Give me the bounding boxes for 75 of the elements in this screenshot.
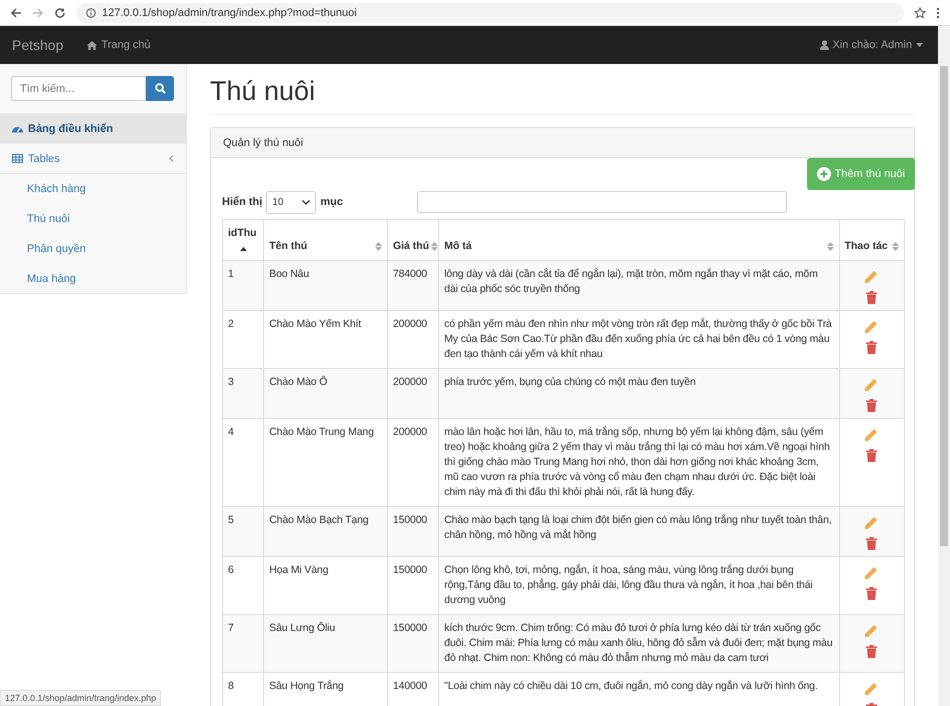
column-header[interactable]: Thao tác (839, 220, 904, 260)
delete-icon[interactable] (866, 645, 878, 658)
table-icon (12, 154, 23, 163)
brand-link[interactable]: Petshop (12, 37, 64, 53)
edit-icon[interactable] (865, 682, 878, 695)
back-icon[interactable] (10, 6, 22, 18)
sidebar-item[interactable]: Tables (0, 144, 186, 174)
sidebar-subitem[interactable]: Thú nuôi (0, 204, 186, 234)
address-bar[interactable]: 127.0.0.1/shop/admin/trang/index.php?mod=thunuoi (76, 2, 904, 22)
table-cell: Sâu Lưng Ôliu (264, 614, 388, 672)
chevron-down-icon (302, 200, 310, 204)
table-cell: Boo Nâu (264, 260, 388, 310)
search-button[interactable] (146, 76, 174, 101)
plus-circle-icon (816, 167, 831, 181)
sort-asc-icon (240, 247, 247, 251)
page-size-select[interactable]: 10 (266, 190, 316, 214)
table-cell: Chào Mào Bạch Tạng (264, 506, 388, 556)
status-url: 127.0.0.1/shop/admin/trang/index.php (0, 690, 162, 706)
table-cell: 150000 (387, 614, 439, 672)
delete-icon[interactable] (866, 399, 878, 412)
home-icon (87, 40, 98, 50)
edit-icon[interactable] (865, 428, 878, 441)
sort-icon (374, 242, 382, 251)
column-header[interactable]: Giá thú (387, 220, 439, 260)
delete-icon[interactable] (866, 449, 878, 462)
sidebar-subitem[interactable]: Mua hàng (0, 264, 186, 294)
chevron-icon (169, 155, 174, 162)
caret-icon (916, 43, 923, 47)
table-cell: 4 (222, 418, 264, 506)
table-cell: kích thước 9cm. Chim trống: Có màu đỏ tươi ở phía lưng kéo dài từ trán xuống gốc đuôi. Chim mái: Phía lưng có màu xanh ôliu, hông đỏ sẫm và đuôi đen; mặt bụng màu đỏ nhạt. Chim non: Không có màu đỏ thẫm nhưng mỏ màu da cam tươi (438, 614, 840, 672)
table-cell: lông dày và dài (cần cắt tỉa để ngắn lại), mặt tròn, mõm ngắn thay vì mặt cáo, mõm dài của phốc sóc truyền thống (438, 260, 840, 310)
dashboard-icon (12, 124, 23, 133)
reload-icon[interactable] (54, 6, 66, 18)
edit-icon[interactable] (865, 320, 878, 333)
table-cell: Chào mào bạch tạng là loại chim đột biến gien có màu lông trắng như tuyết toàn thân, chân hồng, mỏ hồng và mắt hồng (438, 506, 840, 556)
home-link[interactable]: Trang chủ (87, 39, 150, 51)
table-cell: 5 (222, 506, 264, 556)
column-header[interactable]: Mô tả (438, 220, 840, 260)
delete-icon[interactable] (866, 291, 878, 304)
page-title: Thú nuôi (210, 76, 915, 115)
sidebar-item[interactable]: Bảng điều khiển (0, 114, 186, 144)
column-header[interactable]: idThu (222, 220, 264, 260)
table-cell: 1 (222, 260, 264, 310)
url-text: 127.0.0.1/shop/admin/trang/index.php?mod=thunuoi (102, 6, 357, 18)
edit-icon[interactable] (865, 566, 878, 579)
forward-icon[interactable] (32, 6, 44, 18)
star-icon[interactable] (914, 6, 926, 18)
search-icon (154, 83, 166, 94)
table-cell: 784000 (387, 260, 439, 310)
filter-field[interactable] (416, 191, 787, 213)
table-cell: 8 (222, 672, 264, 706)
sort-icon (431, 242, 438, 251)
delete-icon[interactable] (866, 341, 878, 354)
menu-icon[interactable] (936, 6, 940, 18)
sidebar-subitem[interactable]: Phân quyền (0, 234, 186, 264)
panel-title: Quản lý thú nuôi (223, 136, 304, 148)
table-cell: Chào Mào Ô (264, 368, 388, 418)
table-cell: 200000 (387, 368, 439, 418)
table-cell: 150000 (387, 506, 439, 556)
table-cell: phía trước yếm, bụng của chúng có một màu đen tuyền (438, 368, 840, 418)
search-field[interactable]: Tìm kiếm... (11, 76, 146, 101)
table-cell: 3 (222, 368, 264, 418)
delete-icon[interactable] (866, 587, 878, 600)
column-header[interactable]: Tên thú (264, 220, 388, 260)
user-icon (820, 40, 828, 50)
user-menu[interactable]: Xin chào: Admin (820, 39, 923, 51)
sort-icon (892, 242, 899, 251)
sort-icon (826, 242, 834, 251)
show-label: Hiển thị (222, 196, 262, 208)
info-icon (86, 8, 96, 18)
delete-icon[interactable] (866, 537, 878, 550)
entries-label: mục (320, 196, 343, 208)
scrollbar[interactable] (938, 26, 950, 706)
table-cell: 7 (222, 614, 264, 672)
sidebar-subitem[interactable]: Khách hàng (0, 174, 186, 204)
